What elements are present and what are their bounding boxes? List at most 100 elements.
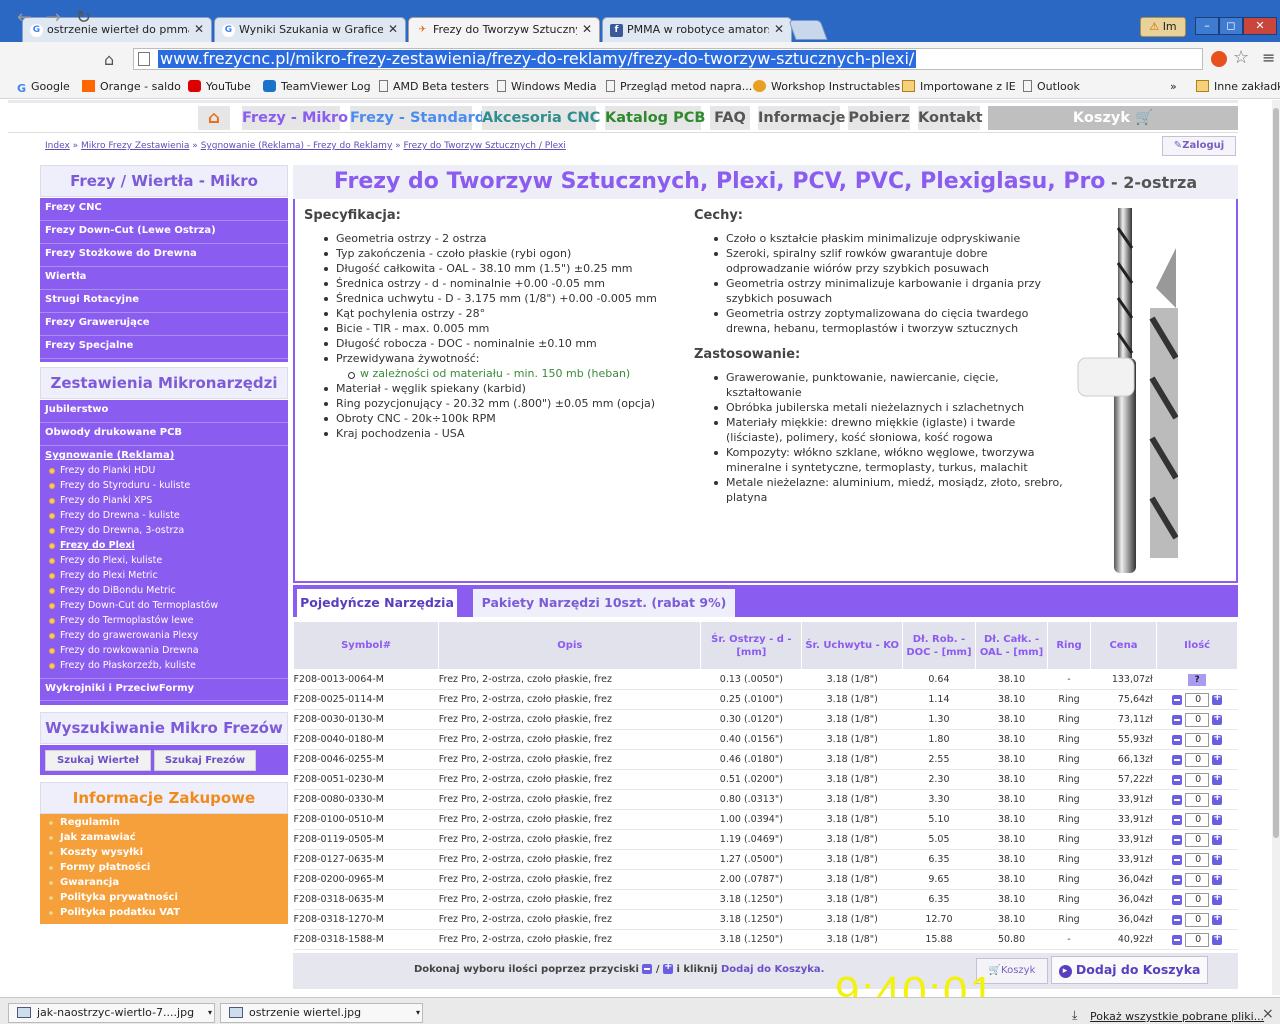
sidebar-subitem[interactable]: Frezy do Drewna - kuliste	[40, 510, 288, 525]
close-icon[interactable]: ✕	[774, 22, 784, 36]
sidebar-subitem[interactable]: Frezy do grawerowania Plexy	[40, 630, 288, 645]
qty-minus-button[interactable]	[1172, 694, 1183, 705]
menu-faq[interactable]: FAQ	[710, 106, 750, 130]
qty-plus-button[interactable]	[1212, 732, 1223, 745]
qty-plus-button[interactable]	[1212, 692, 1223, 705]
qty-plus-button[interactable]	[1212, 712, 1223, 725]
bookmark-outlook[interactable]: Outlook	[1023, 80, 1080, 93]
reload-icon[interactable]: ↻	[76, 7, 91, 28]
cart-button[interactable]: Koszyk 🛒	[988, 106, 1238, 130]
qty-input[interactable]: 0	[1185, 812, 1210, 827]
sidebar-subitem[interactable]: Frezy do Drewna, 3-ostrza	[40, 525, 288, 540]
chevron-down-icon[interactable]: ▾	[208, 1004, 212, 1022]
qty-input[interactable]: 0	[1185, 692, 1210, 707]
sidebar-item-frezy-4[interactable]: Strugi Rotacyjne	[40, 290, 288, 313]
menu-informacje[interactable]: Informacje	[758, 106, 845, 130]
close-icon[interactable]: ✕	[388, 22, 398, 36]
help-icon[interactable]: ?	[1188, 673, 1207, 686]
qty-minus-button[interactable]	[1172, 854, 1183, 865]
qty-plus-button[interactable]	[1212, 772, 1223, 785]
qty-plus-button[interactable]	[1212, 852, 1223, 865]
qty-plus-button[interactable]	[1212, 792, 1223, 805]
info-item[interactable]: Polityka prywatności	[40, 892, 288, 907]
add-to-cart-button[interactable]: ▸ Dodaj do Koszyka	[1051, 956, 1208, 984]
maximize-button[interactable]: ◻	[1219, 17, 1243, 35]
sidebar-item-reklama[interactable]: Sygnowanie (Reklama)	[40, 446, 288, 465]
breadcrumb-reklama[interactable]: Sygnowanie (Reklama) - Frezy do Reklamy	[201, 141, 393, 151]
search-drills-button[interactable]: Szukaj Wierteł	[45, 750, 151, 771]
scrollbar[interactable]	[1272, 100, 1280, 995]
bookmark-folder-ie[interactable]: Importowane z IE	[902, 80, 1016, 93]
qty-plus-button[interactable]	[1212, 932, 1223, 945]
bookmark-youtube[interactable]: YouTube	[188, 80, 251, 93]
qty-minus-button[interactable]	[1172, 934, 1183, 945]
star-icon[interactable]: ☆	[1233, 47, 1249, 68]
qty-plus-button[interactable]	[1212, 892, 1223, 905]
qty-input[interactable]: 0	[1185, 712, 1210, 727]
tab-tool-packs[interactable]: Pakiety Narzędzi 10szt. (rabat 9%)	[473, 589, 735, 617]
sidebar-subitem[interactable]: Frezy do Pianki XPS	[40, 495, 288, 510]
qty-input[interactable]: 0	[1185, 912, 1210, 927]
browser-tab-3[interactable]: ✈ Frezy do Tworzyw Sztucznyc ✕	[408, 17, 600, 42]
qty-input[interactable]: 0	[1185, 792, 1210, 807]
sidebar-item-frezy-3[interactable]: Wiertła	[40, 267, 288, 290]
sidebar-item-frezy-0[interactable]: Frezy CNC	[40, 198, 288, 221]
tab-single-tools[interactable]: Pojedyńcze Narzędzia	[297, 589, 457, 617]
bookmarks-overflow[interactable]: »	[1170, 80, 1177, 93]
qty-plus-button[interactable]	[1212, 752, 1223, 765]
bookmark-orange[interactable]: Orange - saldo	[82, 80, 181, 93]
sidebar-subitem[interactable]: Frezy do DiBondu Metric	[40, 585, 288, 600]
qty-minus-button[interactable]	[1172, 754, 1183, 765]
home-icon[interactable]: ⌂	[104, 50, 114, 69]
sidebar-subitem[interactable]: Frezy do Plexi, kuliste	[40, 555, 288, 570]
window-close-button[interactable]: ✕	[1243, 17, 1277, 35]
close-icon[interactable]: ✕	[582, 22, 592, 36]
qty-input[interactable]: 0	[1185, 732, 1210, 747]
browser-tab-2[interactable]: G Wyniki Szukania w Grafice G ✕	[214, 17, 406, 42]
sidebar-item-wykrojniki[interactable]: Wykrojniki i PrzeciwFormy	[40, 678, 288, 701]
qty-plus-button[interactable]	[1212, 912, 1223, 925]
back-icon[interactable]: ←	[17, 7, 32, 28]
bookmark-teamviewer[interactable]: TeamViewer Log	[263, 80, 371, 93]
address-bar[interactable]: www.frezycnc.pl/mikro-frezy-zestawienia/…	[133, 48, 1203, 70]
info-item[interactable]: Polityka podatku VAT	[40, 907, 288, 922]
scrollbar-thumb[interactable]	[1273, 108, 1279, 838]
qty-plus-button[interactable]	[1212, 812, 1223, 825]
search-mills-button[interactable]: Szukaj Frezów	[154, 750, 256, 771]
close-icon[interactable]: ✕	[194, 22, 204, 36]
qty-input[interactable]: 0	[1185, 772, 1210, 787]
home-button[interactable]: ⌂	[198, 106, 230, 130]
qty-minus-button[interactable]	[1172, 834, 1183, 845]
qty-plus-button[interactable]	[1212, 832, 1223, 845]
info-item[interactable]: Jak zamawiać	[40, 832, 288, 847]
add-to-cart-link[interactable]: Dodaj do Koszyka.	[721, 964, 824, 975]
qty-minus-button[interactable]	[1172, 774, 1183, 785]
minimize-button[interactable]: –	[1195, 17, 1219, 35]
info-item[interactable]: Regulamin	[40, 817, 288, 832]
bookmark-amd[interactable]: AMD Beta testers	[379, 80, 489, 93]
breadcrumb-index[interactable]: Index	[45, 141, 70, 151]
sidebar-subitem[interactable]: Frezy Down-Cut do Termoplastów	[40, 600, 288, 615]
forward-icon[interactable]: →	[46, 7, 61, 28]
menu-icon[interactable]: ≡	[1262, 48, 1275, 67]
menu-frezy-standard[interactable]: Frezy - Standard	[350, 106, 485, 130]
chevron-down-icon[interactable]: ▾	[416, 1004, 420, 1022]
bookmark-windows-media[interactable]: Windows Media	[497, 80, 597, 93]
qty-input[interactable]: 0	[1185, 832, 1210, 847]
menu-pobierz[interactable]: Pobierz	[848, 106, 910, 130]
qty-plus-button[interactable]	[1212, 872, 1223, 885]
qty-input[interactable]: 0	[1185, 752, 1210, 767]
qty-minus-button[interactable]	[1172, 874, 1183, 885]
profile-badge[interactable]: ⚠ Im	[1140, 17, 1186, 37]
breadcrumb-zestawienia[interactable]: Mikro Frezy Zestawienia	[81, 141, 189, 151]
bookmark-przeglad[interactable]: Przegląd metod napra...	[606, 80, 752, 93]
info-item[interactable]: Formy płatności	[40, 862, 288, 877]
sidebar-item-pcb[interactable]: Obwody drukowane PCB	[40, 423, 288, 446]
sidebar-subitem[interactable]: Frezy do Termoplastów lewe	[40, 615, 288, 630]
close-downloads-button[interactable]: ×	[1262, 1006, 1274, 1022]
login-button[interactable]: ✎Zaloguj	[1162, 136, 1236, 156]
menu-katalog-pcb[interactable]: Katalog PCB	[605, 106, 705, 130]
sidebar-subitem[interactable]: Frezy do Styroduru - kuliste	[40, 480, 288, 495]
menu-akcesoria[interactable]: Akcesoria CNC	[482, 106, 600, 130]
qty-minus-button[interactable]	[1172, 794, 1183, 805]
